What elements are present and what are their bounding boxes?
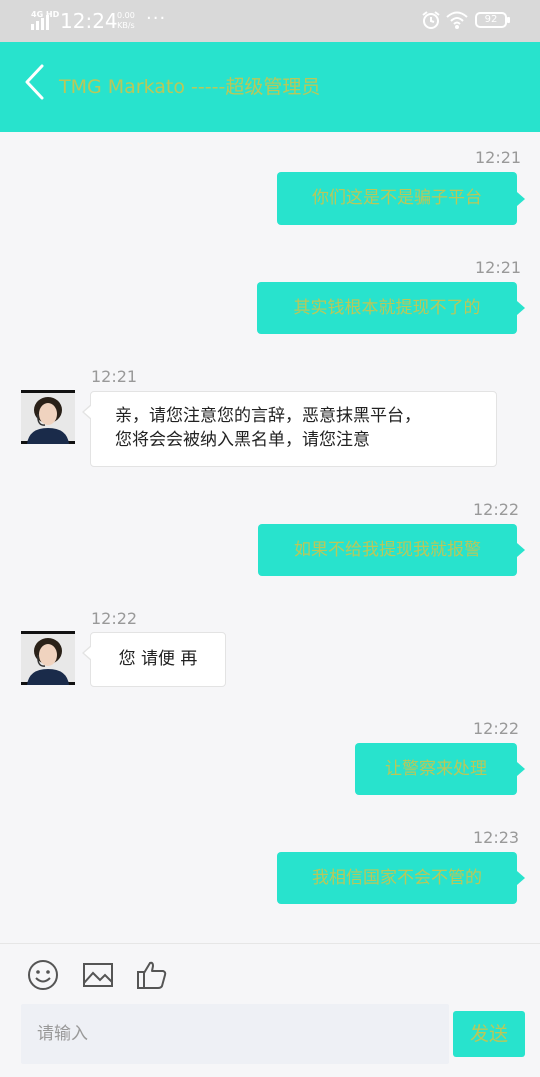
network-speed: 0.00 KB/s [117,11,135,31]
message-list[interactable]: 12:21 你们这是不是骗子平台 12:21 其实钱根本就提现不了的 12:21… [0,132,540,943]
chat-title: TMG Markato -----超级管理员 [59,76,321,98]
incoming-message[interactable]: 亲，请您注意您的言辞，恶意抹黑平台， 您将会会被纳入黑名单，请您注意 [82,391,497,467]
agent-avatar[interactable] [21,631,75,685]
outgoing-message[interactable]: 如果不给我提现我就报警 [258,524,525,576]
image-icon[interactable] [81,958,115,992]
message-time: 12:21 [475,148,522,167]
thumbs-up-icon[interactable] [135,958,169,992]
speed-value: 0.00 [117,11,135,20]
message-time: 12:22 [91,609,138,628]
message-time: 12:22 [473,719,520,738]
message-input[interactable]: 请输入 [21,1004,449,1064]
message-time: 12:22 [473,500,520,519]
message-time: 12:23 [473,828,520,847]
send-button[interactable]: 发送 [453,1011,525,1057]
wifi-icon [446,11,468,29]
back-arrow-icon[interactable] [22,62,46,102]
incoming-message[interactable]: 您 请便 再 [82,632,226,687]
status-bar: 4G HD 12:24 0.00 KB/s ··· 92 [0,0,540,42]
chat-header: TMG Markato -----超级管理员 [0,42,540,132]
signal-icon [31,15,49,30]
outgoing-message[interactable]: 其实钱根本就提现不了的 [257,282,525,334]
message-time: 12:21 [91,367,138,386]
agent-avatar[interactable] [21,390,75,444]
outgoing-message[interactable]: 让警察来处理 [355,743,525,795]
agent-avatar-image [21,390,75,444]
message-line: 您将会会被纳入黑名单，请您注意 [115,430,370,450]
emoji-icon[interactable] [26,958,60,992]
message-line: 亲，请您注意您的言辞，恶意抹黑平台， [115,406,421,426]
input-bar: 请输入 发送 [0,943,540,1077]
speed-unit: KB/s [117,21,135,30]
outgoing-message[interactable]: 我相信国家不会不管的 [277,852,525,904]
message-time: 12:21 [475,258,522,277]
status-time: 12:24 [60,9,118,33]
battery-icon: 92 [475,12,510,28]
more-notifications-icon: ··· [146,8,167,29]
agent-avatar-image [21,631,75,685]
outgoing-message[interactable]: 你们这是不是骗子平台 [277,172,525,225]
alarm-icon [422,11,440,29]
